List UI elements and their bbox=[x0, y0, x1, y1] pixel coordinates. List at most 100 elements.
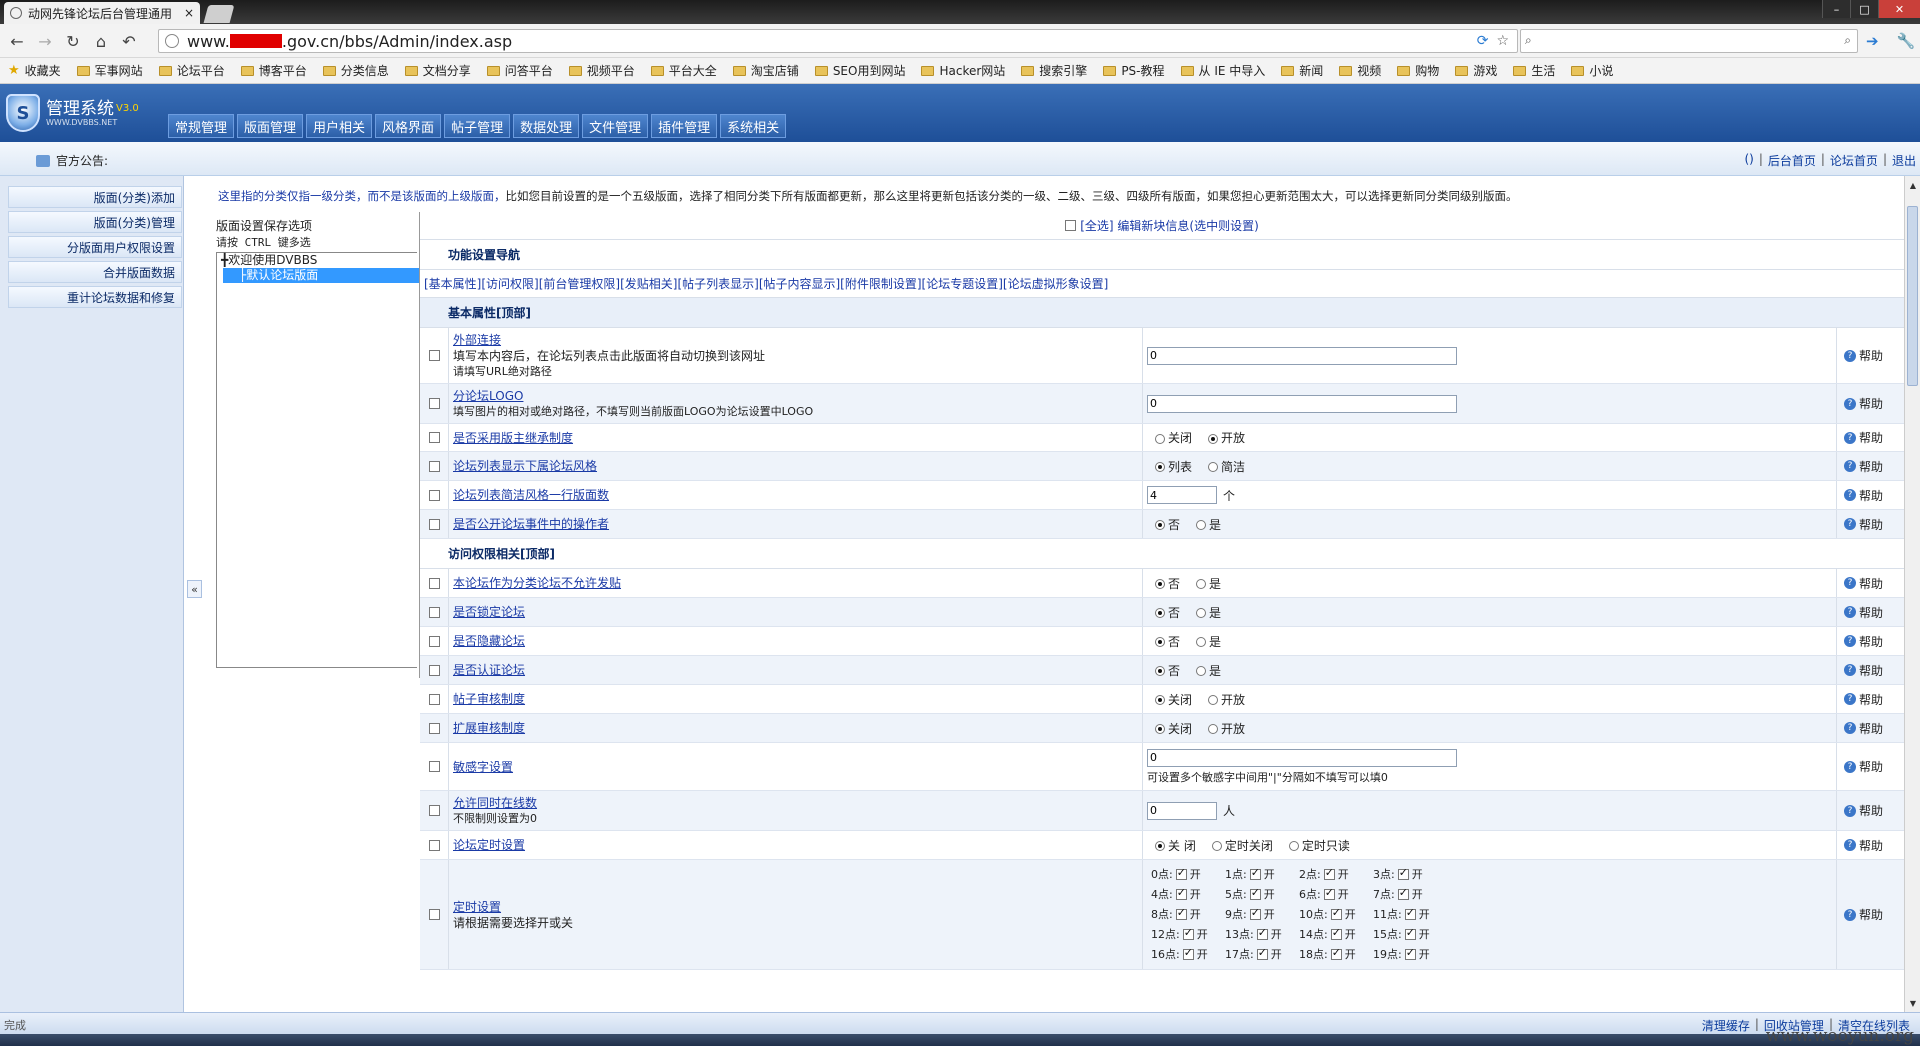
bookmark-favorites[interactable]: ★ 收藏夹 bbox=[8, 62, 61, 79]
hour-checkbox[interactable] bbox=[1175, 886, 1187, 900]
undo-icon[interactable]: ↶ bbox=[118, 31, 140, 51]
field-title[interactable]: 是否锁定论坛 bbox=[453, 604, 1138, 620]
scroll-thumb[interactable] bbox=[1907, 206, 1918, 386]
help-link[interactable]: 帮助 bbox=[1859, 691, 1883, 708]
field-title[interactable]: 本论坛作为分类论坛不允许发贴 bbox=[453, 575, 1138, 591]
hour-checkbox[interactable] bbox=[1182, 926, 1194, 940]
help-link[interactable]: 帮助 bbox=[1859, 429, 1883, 446]
board-tree-root[interactable]: ╋欢迎使用DVBBS bbox=[221, 253, 417, 268]
field-title[interactable]: 是否采用版主继承制度 bbox=[453, 430, 1138, 446]
radio-yes[interactable] bbox=[1196, 666, 1207, 676]
field-title[interactable]: 允许同时在线数 bbox=[453, 795, 1138, 811]
back-arrow-icon[interactable]: ← bbox=[6, 31, 28, 51]
field-title[interactable]: 论坛定时设置 bbox=[453, 837, 1138, 853]
field-title[interactable]: 论坛列表简洁风格一行版面数 bbox=[453, 487, 1138, 503]
hour-checkbox[interactable] bbox=[1175, 866, 1187, 880]
row-checkbox[interactable] bbox=[428, 460, 440, 472]
board-tree-item-default[interactable]: ├默认论坛版面 bbox=[223, 268, 419, 283]
field-title[interactable]: 帖子审核制度 bbox=[453, 691, 1138, 707]
vertical-scrollbar[interactable]: ▲ ▼ bbox=[1904, 176, 1920, 1012]
hour-checkbox[interactable] bbox=[1404, 926, 1416, 940]
close-window-button[interactable]: ✕ bbox=[1878, 0, 1920, 18]
bookmark-star-icon[interactable]: ☆ bbox=[1496, 33, 1509, 49]
row-checkbox[interactable] bbox=[428, 693, 440, 705]
sidebar-item[interactable]: 版面(分类)添加 bbox=[8, 186, 182, 208]
browser-tab[interactable]: 动网先锋论坛后台管理通用 × bbox=[4, 2, 200, 24]
hour-checkbox[interactable] bbox=[1256, 926, 1268, 940]
row-checkbox[interactable] bbox=[428, 432, 440, 443]
radio-no[interactable] bbox=[1155, 637, 1165, 647]
top-menu-item[interactable]: 插件管理 bbox=[651, 114, 718, 138]
hour-checkbox[interactable] bbox=[1249, 906, 1261, 920]
radio-yes[interactable] bbox=[1196, 520, 1207, 530]
wrench-icon[interactable]: 🔧 bbox=[1897, 32, 1916, 50]
tab-close-icon[interactable]: × bbox=[184, 6, 194, 20]
radio-no[interactable] bbox=[1155, 579, 1165, 589]
bottom-link[interactable]: 清理缓存 bbox=[1702, 1017, 1750, 1034]
help-link[interactable]: 帮助 bbox=[1859, 720, 1883, 737]
new-tab-button[interactable] bbox=[203, 5, 235, 23]
top-menu-item[interactable]: 常规管理 bbox=[168, 114, 235, 138]
hour-checkbox[interactable] bbox=[1330, 926, 1342, 940]
bookmark-folder[interactable]: 视频平台 bbox=[568, 62, 635, 79]
quick-link[interactable]: 退出 bbox=[1892, 152, 1916, 169]
external-link-input[interactable] bbox=[1147, 346, 1457, 365]
row-checkbox[interactable] bbox=[428, 664, 440, 676]
quick-link[interactable]: 论坛首页 bbox=[1830, 152, 1878, 169]
address-bar[interactable]: www. .gov.cn/bbs/Admin/index.asp ⟳ ☆ bbox=[158, 29, 1518, 53]
help-link[interactable]: 帮助 bbox=[1859, 516, 1883, 533]
help-link[interactable]: 帮助 bbox=[1859, 758, 1883, 775]
bookmark-folder[interactable]: 博客平台 bbox=[240, 62, 307, 79]
hour-checkbox[interactable] bbox=[1397, 886, 1409, 900]
bookmark-folder[interactable]: 小说 bbox=[1571, 62, 1613, 79]
hour-checkbox[interactable] bbox=[1397, 866, 1409, 880]
hour-checkbox[interactable] bbox=[1330, 906, 1342, 920]
field-title[interactable]: 敏感字设置 bbox=[453, 759, 1138, 775]
radio-yes[interactable] bbox=[1196, 579, 1207, 589]
bookmark-folder[interactable]: 新闻 bbox=[1281, 62, 1323, 79]
radio-yes[interactable] bbox=[1196, 608, 1207, 618]
reload-icon[interactable]: ↻ bbox=[62, 31, 84, 51]
hour-checkbox[interactable] bbox=[1249, 866, 1261, 880]
scroll-up-icon[interactable]: ▲ bbox=[1905, 178, 1920, 192]
help-link[interactable]: 帮助 bbox=[1859, 837, 1883, 854]
bookmark-folder[interactable]: SEO用到网站 bbox=[814, 62, 905, 79]
help-link[interactable]: 帮助 bbox=[1859, 906, 1883, 923]
section-basic[interactable]: 基本属性[顶部] bbox=[420, 298, 1904, 328]
quick-link[interactable]: 后台首页 bbox=[1768, 152, 1816, 169]
row-checkbox[interactable] bbox=[428, 839, 440, 851]
top-menu-item[interactable]: 数据处理 bbox=[513, 114, 580, 138]
bookmark-folder[interactable]: 军事网站 bbox=[76, 62, 143, 79]
search-icon[interactable]: ⌕ bbox=[1844, 33, 1851, 48]
bookmark-folder[interactable]: 购物 bbox=[1397, 62, 1439, 79]
row-checkbox[interactable] bbox=[428, 398, 440, 409]
help-link[interactable]: 帮助 bbox=[1859, 487, 1883, 504]
maximize-button[interactable]: □ bbox=[1850, 0, 1878, 18]
radio-off[interactable] bbox=[1155, 841, 1165, 851]
radio-off[interactable] bbox=[1155, 433, 1165, 444]
hour-checkbox[interactable] bbox=[1175, 906, 1187, 920]
help-link[interactable]: 帮助 bbox=[1859, 633, 1883, 650]
hour-checkbox[interactable] bbox=[1404, 946, 1416, 960]
minimize-button[interactable]: – bbox=[1822, 0, 1850, 18]
extension-icon[interactable]: ➔ bbox=[1866, 32, 1879, 50]
hour-checkbox[interactable] bbox=[1404, 906, 1416, 920]
sensitive-words-input[interactable] bbox=[1147, 748, 1457, 767]
bookmark-folder[interactable]: 问答平台 bbox=[486, 62, 553, 79]
radio-off[interactable] bbox=[1155, 724, 1165, 734]
radio-off[interactable] bbox=[1155, 695, 1165, 705]
top-menu-item[interactable]: 风格界面 bbox=[375, 114, 442, 138]
help-link[interactable]: 帮助 bbox=[1859, 347, 1883, 364]
field-title[interactable]: 扩展审核制度 bbox=[453, 720, 1138, 736]
help-link[interactable]: 帮助 bbox=[1859, 604, 1883, 621]
forum-logo-input[interactable] bbox=[1147, 394, 1457, 413]
help-link[interactable]: 帮助 bbox=[1859, 458, 1883, 475]
home-icon[interactable]: ⌂ bbox=[90, 31, 112, 51]
row-checkbox[interactable] bbox=[428, 722, 440, 734]
help-link[interactable]: 帮助 bbox=[1859, 395, 1883, 412]
bookmark-folder[interactable]: 生活 bbox=[1513, 62, 1555, 79]
radio-yes[interactable] bbox=[1196, 637, 1207, 647]
field-title[interactable]: 论坛列表显示下属论坛风格 bbox=[453, 458, 1138, 474]
radio-on[interactable] bbox=[1208, 724, 1219, 734]
hour-checkbox[interactable] bbox=[1330, 946, 1342, 960]
